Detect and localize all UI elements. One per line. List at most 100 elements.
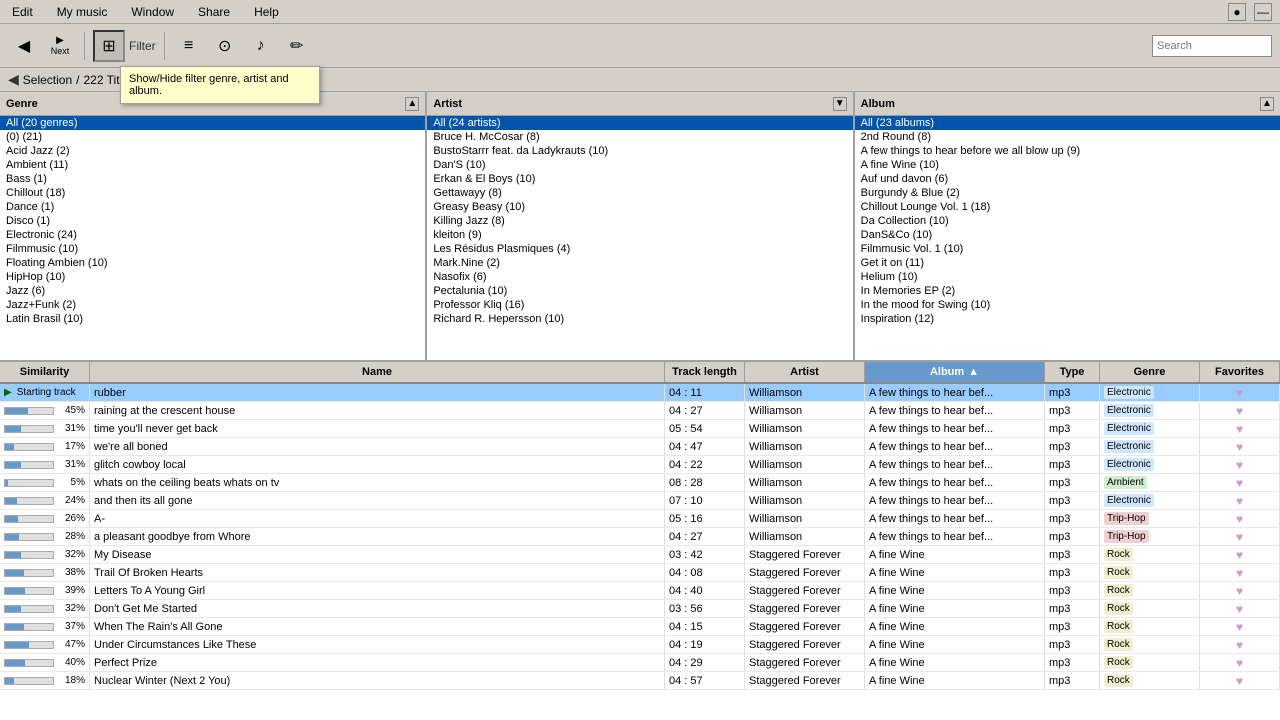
table-row[interactable]: 37%When The Rain's All Gone04 : 15Stagge… [0, 618, 1280, 636]
cell-favorites[interactable]: ♥ [1200, 438, 1280, 455]
table-row[interactable]: 38%Trail Of Broken Hearts04 : 08Staggere… [0, 564, 1280, 582]
col-header-tracklength[interactable]: Track length [665, 362, 745, 382]
cell-favorites[interactable]: ♥ [1200, 384, 1280, 401]
artist-item[interactable]: Nasofix (6) [427, 270, 852, 284]
col-header-artist[interactable]: Artist [745, 362, 865, 382]
breadcrumb-back-arrow[interactable]: ◀ [8, 71, 19, 88]
menu-mymusic[interactable]: My music [53, 3, 112, 21]
cell-favorites[interactable]: ♥ [1200, 618, 1280, 635]
heart-icon[interactable]: ♥ [1236, 404, 1243, 418]
artist-item[interactable]: Dan'S (10) [427, 158, 852, 172]
col-header-type[interactable]: Type [1045, 362, 1100, 382]
genre-item[interactable]: Electronic (24) [0, 228, 425, 242]
album-item[interactable]: A few things to hear before we all blow … [855, 144, 1280, 158]
artist-item[interactable]: Professor Kliq (16) [427, 298, 852, 312]
col-header-genre[interactable]: Genre [1100, 362, 1200, 382]
artist-item[interactable]: All (24 artists) [427, 116, 852, 130]
cell-favorites[interactable]: ♥ [1200, 456, 1280, 473]
genre-item[interactable]: Bass (1) [0, 172, 425, 186]
dark-mode-icon[interactable]: ● [1228, 3, 1246, 21]
cell-favorites[interactable]: ♥ [1200, 510, 1280, 527]
genre-item[interactable]: Disco (1) [0, 214, 425, 228]
heart-icon[interactable]: ♥ [1236, 548, 1243, 562]
artist-item[interactable]: kleiton (9) [427, 228, 852, 242]
album-item[interactable]: Inspiration (12) [855, 312, 1280, 326]
genre-item[interactable]: All (20 genres) [0, 116, 425, 130]
table-row[interactable]: 18%Nuclear Winter (Next 2 You)04 : 57Sta… [0, 672, 1280, 690]
album-collapse-btn[interactable]: ▲ [1260, 97, 1274, 111]
genre-item[interactable]: Chillout (18) [0, 186, 425, 200]
table-row[interactable]: 39%Letters To A Young Girl04 : 40Stagger… [0, 582, 1280, 600]
heart-icon[interactable]: ♥ [1236, 602, 1243, 616]
table-row[interactable]: 24%and then its all gone07 : 10Williamso… [0, 492, 1280, 510]
heart-icon[interactable]: ♥ [1236, 422, 1243, 436]
table-row[interactable]: 17%we're all boned04 : 47WilliamsonA few… [0, 438, 1280, 456]
cell-favorites[interactable]: ♥ [1200, 582, 1280, 599]
artist-item[interactable]: Richard R. Hepersson (10) [427, 312, 852, 326]
menu-help[interactable]: Help [250, 3, 283, 21]
album-item[interactable]: All (23 albums) [855, 116, 1280, 130]
artist-item[interactable]: BustoStarrr feat. da Ladykrauts (10) [427, 144, 852, 158]
cell-favorites[interactable]: ♥ [1200, 600, 1280, 617]
album-item[interactable]: DanS&Co (10) [855, 228, 1280, 242]
table-row[interactable]: 32%My Disease03 : 42Staggered ForeverA f… [0, 546, 1280, 564]
album-item[interactable]: Get it on (11) [855, 256, 1280, 270]
artist-item[interactable]: Pectalunia (10) [427, 284, 852, 298]
album-item[interactable]: In the mood for Swing (10) [855, 298, 1280, 312]
heart-icon[interactable]: ♥ [1236, 458, 1243, 472]
cell-favorites[interactable]: ♥ [1200, 402, 1280, 419]
col-header-favorites[interactable]: Favorites [1200, 362, 1280, 382]
heart-icon[interactable]: ♥ [1236, 620, 1243, 634]
cell-favorites[interactable]: ♥ [1200, 654, 1280, 671]
cell-favorites[interactable]: ♥ [1200, 474, 1280, 491]
genre-item[interactable]: Acid Jazz (2) [0, 144, 425, 158]
cover-view-button[interactable]: ⊙ [209, 30, 241, 62]
heart-icon[interactable]: ♥ [1236, 530, 1243, 544]
artist-item[interactable]: Erkan & El Boys (10) [427, 172, 852, 186]
table-row[interactable]: 28%a pleasant goodbye from Whore04 : 27W… [0, 528, 1280, 546]
cell-favorites[interactable]: ♥ [1200, 528, 1280, 545]
heart-icon[interactable]: ♥ [1236, 512, 1243, 526]
minimize-icon[interactable]: — [1254, 3, 1272, 21]
cell-favorites[interactable]: ♥ [1200, 564, 1280, 581]
cell-favorites[interactable]: ♥ [1200, 636, 1280, 653]
menu-window[interactable]: Window [127, 3, 178, 21]
artist-item[interactable]: Bruce H. McCosar (8) [427, 130, 852, 144]
table-row[interactable]: 31%time you'll never get back05 : 54Will… [0, 420, 1280, 438]
back-button[interactable]: ◀ [8, 30, 40, 62]
heart-icon[interactable]: ♥ [1236, 656, 1243, 670]
heart-icon[interactable]: ♥ [1236, 638, 1243, 652]
genre-item[interactable]: Jazz+Funk (2) [0, 298, 425, 312]
genre-item[interactable]: Floating Ambien (10) [0, 256, 425, 270]
heart-icon[interactable]: ♥ [1236, 440, 1243, 454]
artist-item[interactable]: Greasy Beasy (10) [427, 200, 852, 214]
genre-item[interactable]: Filmmusic (10) [0, 242, 425, 256]
col-header-name[interactable]: Name [90, 362, 665, 382]
heart-icon[interactable]: ♥ [1236, 584, 1243, 598]
table-row[interactable]: 5%whats on the ceiling beats whats on tv… [0, 474, 1280, 492]
audio-button[interactable]: ♪ [245, 30, 277, 62]
genre-item[interactable]: HipHop (10) [0, 270, 425, 284]
filter-toggle-button[interactable]: ⊞ [93, 30, 125, 62]
menu-share[interactable]: Share [194, 3, 234, 21]
album-item[interactable]: In Memories EP (2) [855, 284, 1280, 298]
album-item[interactable]: Filmmusic Vol. 1 (10) [855, 242, 1280, 256]
table-row[interactable]: 26%A-05 : 16WilliamsonA few things to he… [0, 510, 1280, 528]
artist-collapse-btn[interactable]: ▼ [833, 97, 847, 111]
heart-icon[interactable]: ♥ [1236, 386, 1243, 400]
table-row[interactable]: ▶Starting trackrubber04 : 11WilliamsonA … [0, 384, 1280, 402]
album-item[interactable]: A fine Wine (10) [855, 158, 1280, 172]
artist-item[interactable]: Gettawayy (8) [427, 186, 852, 200]
col-header-similarity[interactable]: Similarity [0, 362, 90, 382]
cell-favorites[interactable]: ♥ [1200, 420, 1280, 437]
table-row[interactable]: 40%Perfect Prize04 : 29Staggered Forever… [0, 654, 1280, 672]
search-input[interactable] [1152, 35, 1272, 57]
table-row[interactable]: 45%raining at the crescent house04 : 27W… [0, 402, 1280, 420]
cell-favorites[interactable]: ♥ [1200, 492, 1280, 509]
album-item[interactable]: Auf und davon (6) [855, 172, 1280, 186]
genre-item[interactable]: (0) (21) [0, 130, 425, 144]
genre-item[interactable]: Jazz (6) [0, 284, 425, 298]
cell-favorites[interactable]: ♥ [1200, 672, 1280, 689]
cell-favorites[interactable]: ♥ [1200, 546, 1280, 563]
table-row[interactable]: 47%Under Circumstances Like These04 : 19… [0, 636, 1280, 654]
